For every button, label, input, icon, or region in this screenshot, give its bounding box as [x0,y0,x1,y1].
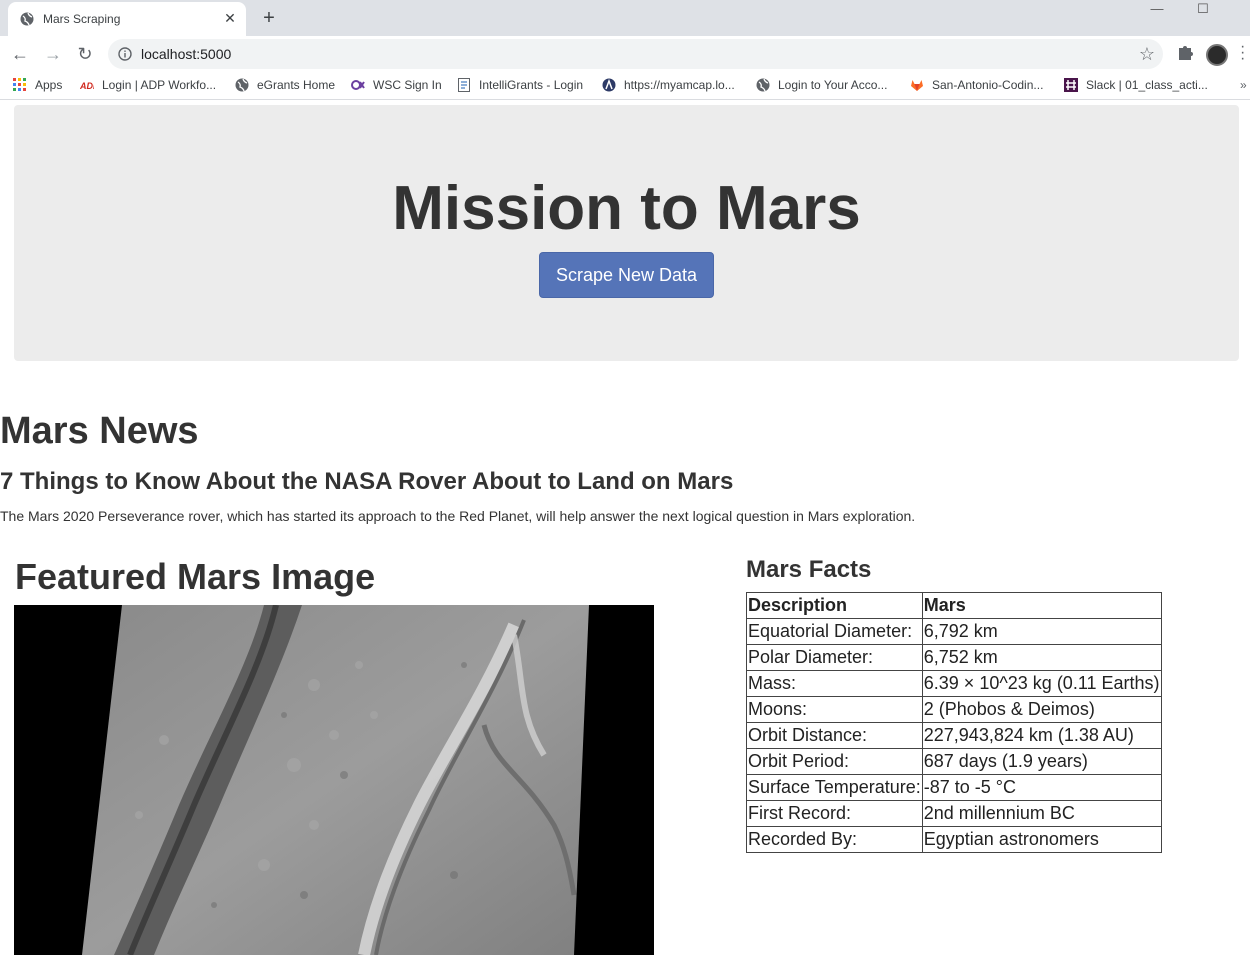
browser-tabstrip: Mars Scraping ✕ + — ☐ [0,0,1250,36]
bookmark-label: Apps [35,78,63,92]
fact-value: 6,752 km [921,644,1162,671]
more-bookmarks-icon[interactable]: » [1240,78,1247,92]
column-header: Mars [921,592,1162,619]
bookmark-egrants[interactable]: eGrants Home [235,78,335,94]
bookmark-wsc[interactable]: WSC Sign In [351,78,442,94]
profile-avatar[interactable] [1206,44,1228,66]
minimize-icon[interactable]: — [1134,0,1180,30]
facts-table: Description Mars Equatorial Diameter: 6,7… [746,592,1162,853]
fact-label: Orbit Period: [746,748,923,775]
menu-dots-icon[interactable]: · · · [1240,39,1250,67]
featured-image-heading: Featured Mars Image [15,556,376,597]
bookmark-label: Login to Your Acco... [778,78,888,92]
maximize-icon[interactable]: ☐ [1180,0,1226,30]
fact-label: Equatorial Diameter: [746,618,923,645]
globe-icon [756,78,770,92]
apps-grid-icon [13,78,26,91]
fact-value: 6,792 km [921,618,1162,645]
bookmark-label: https://myamcap.lo... [624,78,735,92]
table-row: Orbit Period: 687 days (1.9 years) [746,748,1162,775]
facts-heading: Mars Facts [746,556,872,583]
featured-mars-image [14,605,654,955]
bookmark-apps[interactable]: Apps [13,78,62,94]
bookmarks-bar: Apps ADP Login | ADP Workfo... eGrants H… [0,72,1250,100]
table-row: Equatorial Diameter: 6,792 km [746,618,1162,645]
bookmark-star-icon[interactable]: ☆ [1139,44,1155,65]
close-tab-icon[interactable]: ✕ [222,10,238,26]
table-row: Polar Diameter: 6,752 km [746,644,1162,671]
table-row: First Record: 2nd millennium BC [746,800,1162,827]
bookmark-gitlab[interactable]: San-Antonio-Codin... [910,78,1043,94]
news-paragraph: The Mars 2020 Perseverance rover, which … [0,508,916,524]
scrape-new-data-button[interactable]: Scrape New Data [539,252,714,298]
fact-label: Moons: [746,696,923,723]
fact-label: First Record: [746,800,923,827]
bookmark-label: San-Antonio-Codin... [932,78,1044,92]
bookmark-adp[interactable]: ADP Login | ADP Workfo... [80,78,216,94]
extensions-puzzle-icon[interactable] [1175,42,1195,64]
reload-icon[interactable]: ↻ [73,42,97,66]
fact-value: Egyptian astronomers [921,826,1162,853]
adp-icon: ADP [80,81,94,91]
fact-label: Orbit Distance: [746,722,923,749]
bookmark-label: Slack | 01_class_acti... [1086,78,1208,92]
table-row: Mass: 6.39 × 10^23 kg (0.11 Earths) [746,670,1162,697]
fact-label: Mass: [746,670,923,697]
news-heading: Mars News [0,410,199,452]
bookmark-label: Login | ADP Workfo... [102,78,217,92]
fact-value: 2 (Phobos & Deimos) [921,696,1162,723]
bookmark-intelligrants[interactable]: IntelliGrants - Login [457,78,583,94]
wsc-icon [351,80,365,90]
table-row: Recorded By: Egyptian astronomers [746,826,1162,853]
globe-icon [235,78,249,92]
column-header: Description [746,592,923,619]
amcap-icon [602,78,616,92]
fact-value: 2nd millennium BC [921,800,1162,827]
browser-tab[interactable]: Mars Scraping ✕ [8,2,246,36]
fact-value: 6.39 × 10^23 kg (0.11 Earths) [921,670,1162,697]
bookmark-label: IntelliGrants - Login [479,78,584,92]
address-bar[interactable]: localhost:5000 ☆ [108,39,1163,69]
table-header-row: Description Mars [746,592,1162,619]
url-text: localhost:5000 [141,46,232,62]
forward-icon[interactable]: → [41,42,65,66]
back-icon[interactable]: ← [8,42,32,66]
fact-label: Recorded By: [746,826,923,853]
fact-label: Polar Diameter: [746,644,923,671]
info-icon[interactable] [118,47,132,61]
page-icon [458,78,470,92]
jumbotron: Mission to Mars Scrape New Data [14,105,1239,361]
globe-icon [20,12,34,26]
bookmark-login-account[interactable]: Login to Your Acco... [756,78,887,94]
table-row: Orbit Distance: 227,943,824 km (1.38 AU) [746,722,1162,749]
table-row: Surface Temperature: -87 to -5 °C [746,774,1162,801]
bookmark-label: eGrants Home [257,78,336,92]
slack-icon [1064,78,1078,92]
browser-toolbar: ← → ↻ localhost:5000 ☆ · · · [0,36,1250,72]
fact-value: -87 to -5 °C [921,774,1162,801]
news-title: 7 Things to Know About the NASA Rover Ab… [0,468,734,495]
tab-title: Mars Scraping [43,12,121,26]
bookmark-label: WSC Sign In [373,78,442,92]
bookmark-myamcap[interactable]: https://myamcap.lo... [602,78,735,94]
fact-label: Surface Temperature: [746,774,923,801]
gitlab-icon [911,80,923,91]
new-tab-icon[interactable]: + [259,8,279,28]
fact-value: 687 days (1.9 years) [921,748,1162,775]
fact-value: 227,943,824 km (1.38 AU) [921,722,1162,749]
page-title: Mission to Mars [392,174,861,243]
svg-text:ADP: ADP [80,81,94,91]
bookmark-slack[interactable]: Slack | 01_class_acti... [1064,78,1208,94]
table-row: Moons: 2 (Phobos & Deimos) [746,696,1162,723]
